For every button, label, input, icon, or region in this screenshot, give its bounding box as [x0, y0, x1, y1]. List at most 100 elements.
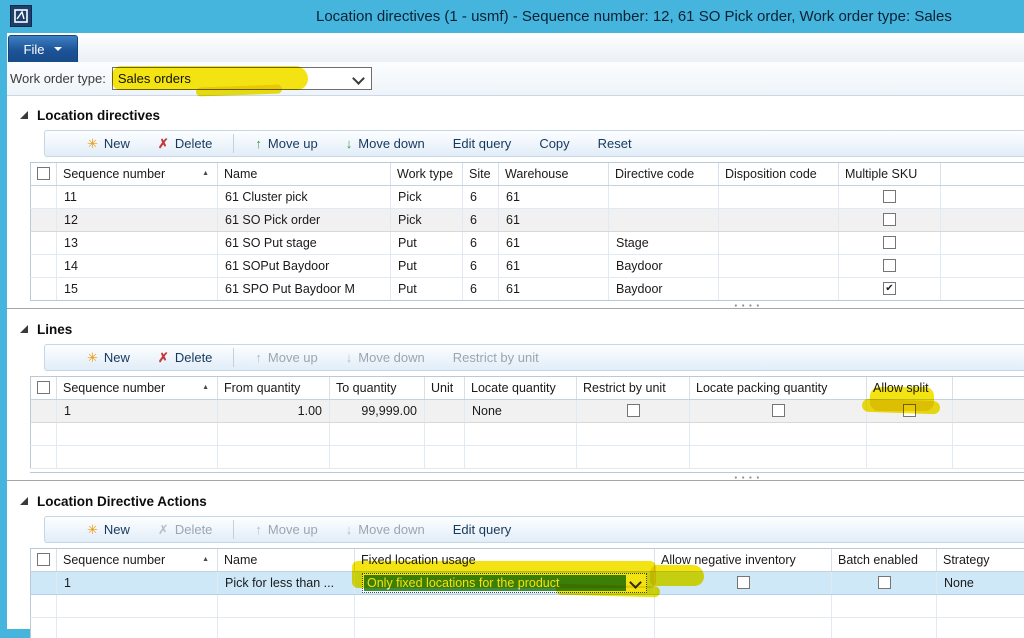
delete-button[interactable]: ✗Delete [144, 345, 226, 370]
row-select-cell[interactable] [31, 208, 57, 231]
table-row[interactable] [31, 422, 1024, 445]
warehouse-cell[interactable]: 61 [499, 277, 609, 300]
multiple-sku-column-header[interactable]: Multiple SKU [839, 163, 941, 185]
select-all-header[interactable] [31, 549, 57, 571]
new-button[interactable]: ✳New [73, 345, 144, 370]
disposition-code-column-header[interactable]: Disposition code [719, 163, 839, 185]
site-cell[interactable]: 6 [463, 185, 499, 208]
warehouse-cell[interactable]: 61 [499, 254, 609, 277]
directive-code-cell[interactable]: Baydoor [609, 277, 719, 300]
disposition-code-cell[interactable] [719, 185, 839, 208]
site-cell[interactable]: 6 [463, 254, 499, 277]
filler-cell[interactable] [941, 208, 1024, 231]
warehouse-cell[interactable]: 61 [499, 185, 609, 208]
table-row[interactable]: 1561 SPO Put Baydoor MPut661Baydoor✔ [31, 277, 1024, 300]
from-quantity-column-header[interactable]: From quantity [218, 377, 330, 399]
filler-cell[interactable] [941, 254, 1024, 277]
sequence-number-cell[interactable]: 13 [57, 231, 218, 254]
filler-cell[interactable] [941, 277, 1024, 300]
filler-cell[interactable] [941, 185, 1024, 208]
batch-enabled-checkbox[interactable] [878, 576, 891, 589]
move-up-button[interactable]: ↑Move up [241, 131, 331, 156]
name-cell[interactable]: 61 SOPut Baydoor [218, 254, 391, 277]
section-header-location-directives[interactable]: Location directives [7, 102, 1024, 128]
work-type-cell[interactable]: Put [391, 277, 463, 300]
edit-query-button[interactable]: Edit query [439, 131, 526, 156]
table-row[interactable] [31, 445, 1024, 468]
edit-query-button[interactable]: Edit query [439, 517, 526, 542]
row-select-cell[interactable] [31, 231, 57, 254]
multiple-sku-checkbox[interactable] [883, 213, 896, 226]
work-type-cell[interactable]: Put [391, 231, 463, 254]
multiple-sku-checkbox[interactable] [883, 259, 896, 272]
disposition-code-cell[interactable] [719, 254, 839, 277]
row-select-cell[interactable] [31, 254, 57, 277]
disposition-code-cell[interactable] [719, 231, 839, 254]
directive-code-cell[interactable]: Stage [609, 231, 719, 254]
unit-cell[interactable] [425, 399, 465, 422]
strategy-column-header[interactable]: Strategy [937, 549, 1024, 571]
select-all-checkbox[interactable] [37, 167, 50, 180]
row-select-cell[interactable] [31, 185, 57, 208]
fixed-location-usage-combo[interactable]: Only fixed locations for the product [362, 573, 647, 593]
name-cell[interactable]: 61 Cluster pick [218, 185, 391, 208]
locate-packing-quantity-column-header[interactable]: Locate packing quantity [690, 377, 867, 399]
section-splitter[interactable]: ···· [7, 473, 1024, 484]
allow-split-column-header[interactable]: Allow split [867, 377, 953, 399]
new-button[interactable]: ✳New [73, 131, 144, 156]
to-quantity-cell[interactable]: 99,999.00 [330, 399, 425, 422]
select-all-checkbox[interactable] [37, 553, 50, 566]
work-type-column-header[interactable]: Work type [391, 163, 463, 185]
name-cell[interactable]: 61 SO Pick order [218, 208, 391, 231]
table-row[interactable]: 1261 SO Pick orderPick661 [31, 208, 1024, 231]
multiple-sku-checkbox[interactable] [883, 236, 896, 249]
to-quantity-column-header[interactable]: To quantity [330, 377, 425, 399]
fixed-location-usage-column-header[interactable]: Fixed location usage [355, 549, 655, 571]
sequence-number-cell[interactable]: 11 [57, 185, 218, 208]
filler-cell[interactable] [953, 399, 1024, 422]
sequence-number-cell[interactable]: 15 [57, 277, 218, 300]
new-button[interactable]: ✳New [73, 517, 144, 542]
filler-cell[interactable] [941, 231, 1024, 254]
site-cell[interactable]: 6 [463, 231, 499, 254]
name-cell[interactable]: 61 SO Put stage [218, 231, 391, 254]
site-column-header[interactable]: Site [463, 163, 499, 185]
site-cell[interactable]: 6 [463, 208, 499, 231]
directive-code-column-header[interactable]: Directive code [609, 163, 719, 185]
table-row[interactable] [31, 617, 1024, 638]
table-row[interactable]: 11.0099,999.00None [31, 399, 1024, 422]
sequence-number-cell[interactable]: 12 [57, 208, 218, 231]
move-down-button[interactable]: ↓Move down [332, 131, 439, 156]
delete-button[interactable]: ✗Delete [144, 131, 226, 156]
multiple-sku-checkbox[interactable] [883, 190, 896, 203]
sequence-number-cell[interactable]: 1 [57, 571, 218, 594]
name-cell[interactable]: Pick for less than ... [218, 571, 355, 594]
sequence-number-column-header[interactable]: Sequence number▲ [57, 549, 218, 571]
name-cell[interactable]: 61 SPO Put Baydoor M [218, 277, 391, 300]
locate-quantity-cell[interactable]: None [465, 399, 577, 422]
row-select-cell[interactable] [31, 277, 57, 300]
table-row[interactable]: 1461 SOPut BaydoorPut661Baydoor [31, 254, 1024, 277]
allow-negative-inventory-checkbox[interactable] [737, 576, 750, 589]
unit-column-header[interactable]: Unit [425, 377, 465, 399]
batch-enabled-column-header[interactable]: Batch enabled [832, 549, 937, 571]
directive-code-cell[interactable] [609, 208, 719, 231]
strategy-cell[interactable]: None [937, 571, 1024, 594]
select-all-checkbox[interactable] [37, 381, 50, 394]
table-row[interactable] [31, 594, 1024, 617]
multiple-sku-checkbox[interactable]: ✔ [883, 282, 896, 295]
restrict-by-unit-column-header[interactable]: Restrict by unit [577, 377, 690, 399]
work-order-type-combo[interactable]: Sales orders [112, 67, 372, 90]
file-menu-button[interactable]: File [8, 35, 78, 62]
allow-split-checkbox[interactable] [903, 404, 916, 417]
reset-button[interactable]: Reset [584, 131, 646, 156]
name-column-header[interactable]: Name [218, 549, 355, 571]
allow-negative-inventory-column-header[interactable]: Allow negative inventory [655, 549, 832, 571]
sequence-number-column-header[interactable]: Sequence number▲ [57, 377, 218, 399]
section-header-location-directive-actions[interactable]: Location Directive Actions [7, 488, 1024, 514]
work-type-cell[interactable]: Pick [391, 185, 463, 208]
disposition-code-cell[interactable] [719, 208, 839, 231]
section-splitter[interactable]: ···· [7, 301, 1024, 312]
row-select-cell[interactable] [31, 399, 57, 422]
name-column-header[interactable]: Name [218, 163, 391, 185]
